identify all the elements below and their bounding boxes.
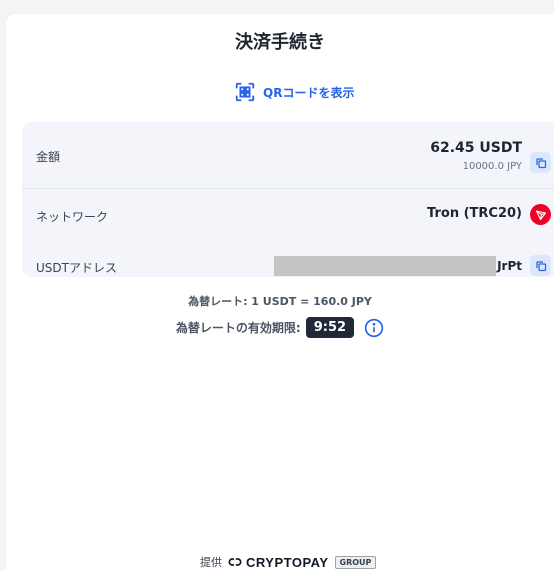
exchange-rate: 為替レート: 1 USDT = 160.0 JPY [188, 295, 372, 308]
address-value: JrPt [497, 259, 522, 273]
info-icon[interactable] [364, 318, 384, 338]
address-label: USDTアドレス [36, 261, 117, 275]
expiry-label: 為替レートの有効期限: [175, 321, 301, 335]
show-qr-button[interactable]: QRコードを表示 [234, 80, 354, 104]
amount-label: 金額 [36, 150, 61, 164]
qr-code-icon [235, 82, 255, 102]
amount-fiat-value: 10000.0 JPY [462, 161, 522, 172]
cryptopay-logo: CRYPTOPAY [228, 555, 329, 570]
footer: 提供 CRYPTOPAY GROUP [200, 554, 377, 570]
amount-value: 62.45 USDT [430, 140, 522, 156]
network-value: Tron (TRC20) [427, 206, 522, 221]
tron-icon [530, 204, 551, 225]
address-redacted-block [274, 256, 496, 276]
payment-panel: 決済手続き QRコードを表示 金額 62.45 USDT 10000.0 JPY… [6, 14, 554, 570]
copy-amount-button[interactable] [530, 152, 551, 173]
page-title: 決済手続き [235, 32, 325, 53]
details-divider [22, 188, 554, 189]
group-badge: GROUP [334, 555, 377, 569]
rate-expiry-row: 為替レートの有効期限: 9:52 [6, 317, 554, 338]
provided-by-label: 提供 [200, 556, 222, 569]
network-label: ネットワーク [36, 210, 109, 224]
cryptopay-logo-icon [228, 558, 242, 566]
show-qr-label: QRコードを表示 [263, 85, 355, 100]
copy-address-button[interactable] [530, 255, 551, 276]
copy-icon [535, 157, 546, 168]
payment-details: 金額 62.45 USDT 10000.0 JPY ネットワーク Tron (T… [22, 122, 554, 277]
expiry-timer: 9:52 [305, 317, 355, 338]
brand-name: CRYPTOPAY [246, 554, 329, 570]
copy-icon [535, 260, 546, 271]
